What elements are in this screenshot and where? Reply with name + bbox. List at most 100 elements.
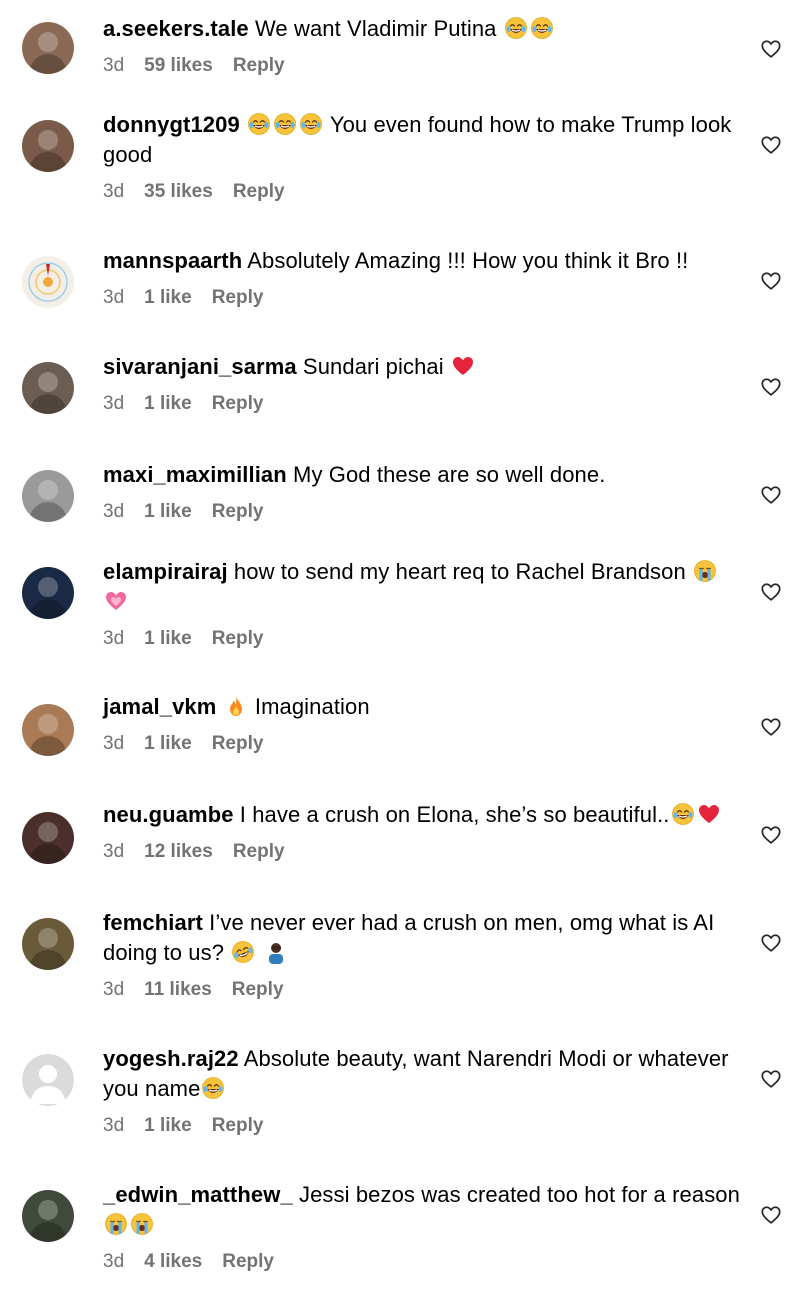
comment-like-count[interactable]: 12 likes	[144, 840, 213, 864]
comment-username[interactable]: neu.guambe	[103, 802, 234, 827]
laughing-tears-emoji	[299, 112, 323, 136]
comment-username[interactable]: donnygt1209	[103, 112, 240, 137]
comment-username[interactable]: sivaranjani_sarma	[103, 354, 297, 379]
comment-text: a.seekers.tale We want Vladimir Putina	[103, 14, 743, 44]
comment-meta: 3d 12 likes Reply	[103, 840, 743, 864]
laughing-tears-emoji	[530, 16, 554, 40]
comment-username[interactable]: _edwin_matthew_	[103, 1182, 293, 1207]
user-avatar[interactable]	[22, 812, 74, 864]
user-avatar[interactable]	[22, 567, 74, 619]
comment-like-count[interactable]: 1 like	[144, 500, 192, 524]
like-heart-icon[interactable]	[760, 376, 782, 398]
comment-timestamp: 3d	[103, 841, 125, 862]
user-avatar[interactable]	[22, 256, 74, 308]
red-heart-emoji	[451, 354, 475, 378]
comment-username[interactable]: mannspaarth	[103, 248, 242, 273]
comment-meta: 3d 1 like Reply	[103, 627, 743, 651]
like-heart-icon[interactable]	[760, 581, 782, 603]
comment-text-segment	[718, 559, 724, 584]
rofl-emoji	[231, 940, 255, 964]
user-avatar[interactable]	[22, 470, 74, 522]
like-heart-icon[interactable]	[760, 1068, 782, 1090]
user-avatar[interactable]	[22, 1190, 74, 1242]
comment-like-count[interactable]: 1 like	[144, 392, 192, 416]
reply-button[interactable]: Reply	[212, 286, 264, 310]
comment-timestamp: 3d	[103, 628, 125, 649]
comment-like-count[interactable]: 1 like	[144, 627, 192, 651]
comment-text-segment: how to send my heart req to Rachel Brand…	[227, 559, 693, 584]
like-heart-icon[interactable]	[760, 484, 782, 506]
comment-text: yogesh.raj22 Absolute beauty, want Naren…	[103, 1044, 743, 1104]
comment-meta: 3d 1 like Reply	[103, 500, 743, 524]
reply-button[interactable]: Reply	[212, 627, 264, 651]
user-avatar[interactable]	[22, 362, 74, 414]
comment-timestamp: 3d	[103, 501, 125, 522]
comment-body: _edwin_matthew_ Jessi bezos was created …	[103, 1180, 743, 1274]
comment-meta: 3d 35 likes Reply	[103, 180, 743, 204]
comment-body: femchiart I’ve never ever had a crush on…	[103, 908, 743, 1002]
comment-text: _edwin_matthew_ Jessi bezos was created …	[103, 1180, 743, 1240]
reply-button[interactable]: Reply	[212, 392, 264, 416]
comment-username[interactable]: a.seekers.tale	[103, 16, 249, 41]
comment-body: yogesh.raj22 Absolute beauty, want Naren…	[103, 1044, 743, 1138]
comment-timestamp: 3d	[103, 733, 125, 754]
like-heart-icon[interactable]	[760, 1204, 782, 1226]
comment-text: donnygt1209 You even found how to make T…	[103, 110, 743, 170]
like-heart-icon[interactable]	[760, 716, 782, 738]
reply-button[interactable]: Reply	[212, 500, 264, 524]
comment-text-segment	[216, 694, 222, 719]
reply-button[interactable]: Reply	[222, 1250, 274, 1274]
comment-like-count[interactable]: 59 likes	[144, 54, 213, 78]
comment-text-segment: Absolutely Amazing !!! How you think it …	[242, 248, 689, 273]
comment-username[interactable]: femchiart	[103, 910, 203, 935]
comment-meta: 3d 59 likes Reply	[103, 54, 743, 78]
reply-button[interactable]: Reply	[233, 54, 285, 78]
comment-timestamp: 3d	[103, 287, 125, 308]
comment-body: jamal_vkm Imagination 3d 1 like Reply	[103, 692, 743, 756]
reply-button[interactable]: Reply	[212, 1114, 264, 1138]
user-avatar[interactable]	[22, 704, 74, 756]
comment-timestamp: 3d	[103, 55, 125, 76]
user-avatar[interactable]	[22, 1054, 74, 1106]
comment-text: femchiart I’ve never ever had a crush on…	[103, 908, 743, 968]
comment-like-count[interactable]: 35 likes	[144, 180, 213, 204]
reply-button[interactable]: Reply	[233, 180, 285, 204]
comment-text: neu.guambe I have a crush on Elona, she’…	[103, 800, 743, 830]
user-avatar[interactable]	[22, 120, 74, 172]
comment-text: elampirairaj how to send my heart req to…	[103, 557, 743, 617]
fire-emoji	[224, 694, 248, 718]
comment-timestamp: 3d	[103, 181, 125, 202]
comment-like-count[interactable]: 11 likes	[144, 978, 212, 1002]
reply-button[interactable]: Reply	[233, 840, 285, 864]
reply-button[interactable]: Reply	[212, 732, 264, 756]
comment-meta: 3d 1 like Reply	[103, 732, 743, 756]
comment-meta: 3d 1 like Reply	[103, 392, 743, 416]
comment-body: maxi_maximillian My God these are so wel…	[103, 460, 743, 524]
like-heart-icon[interactable]	[760, 270, 782, 292]
comment-username[interactable]: elampirairaj	[103, 559, 228, 584]
user-avatar[interactable]	[22, 918, 74, 970]
like-heart-icon[interactable]	[760, 134, 782, 156]
comment-body: mannspaarth Absolutely Amazing !!! How y…	[103, 246, 743, 310]
comment-body: a.seekers.tale We want Vladimir Putina 3…	[103, 14, 743, 78]
comment-username[interactable]: jamal_vkm	[103, 694, 216, 719]
comment-like-count[interactable]: 1 like	[144, 286, 192, 310]
comment-timestamp: 3d	[103, 1115, 125, 1136]
comment-username[interactable]: maxi_maximillian	[103, 462, 287, 487]
comment-body: donnygt1209 You even found how to make T…	[103, 110, 743, 204]
comment-like-count[interactable]: 1 like	[144, 732, 192, 756]
user-avatar[interactable]	[22, 22, 74, 74]
comment-text-segment: Jessi bezos was created too hot for a re…	[292, 1182, 747, 1207]
crying-emoji	[104, 1212, 128, 1236]
comment-like-count[interactable]: 1 like	[144, 1114, 192, 1138]
like-heart-icon[interactable]	[760, 38, 782, 60]
like-heart-icon[interactable]	[760, 932, 782, 954]
like-heart-icon[interactable]	[760, 824, 782, 846]
reply-button[interactable]: Reply	[232, 978, 284, 1002]
comment-like-count[interactable]: 4 likes	[144, 1250, 202, 1274]
comment-body: sivaranjani_sarma Sundari pichai 3d 1 lik…	[103, 352, 743, 416]
comment-username[interactable]: yogesh.raj22	[103, 1046, 239, 1071]
comment-text-segment	[240, 112, 246, 137]
comment-text-segment: Imagination	[248, 694, 370, 719]
pink-heart-emoji	[104, 589, 128, 613]
